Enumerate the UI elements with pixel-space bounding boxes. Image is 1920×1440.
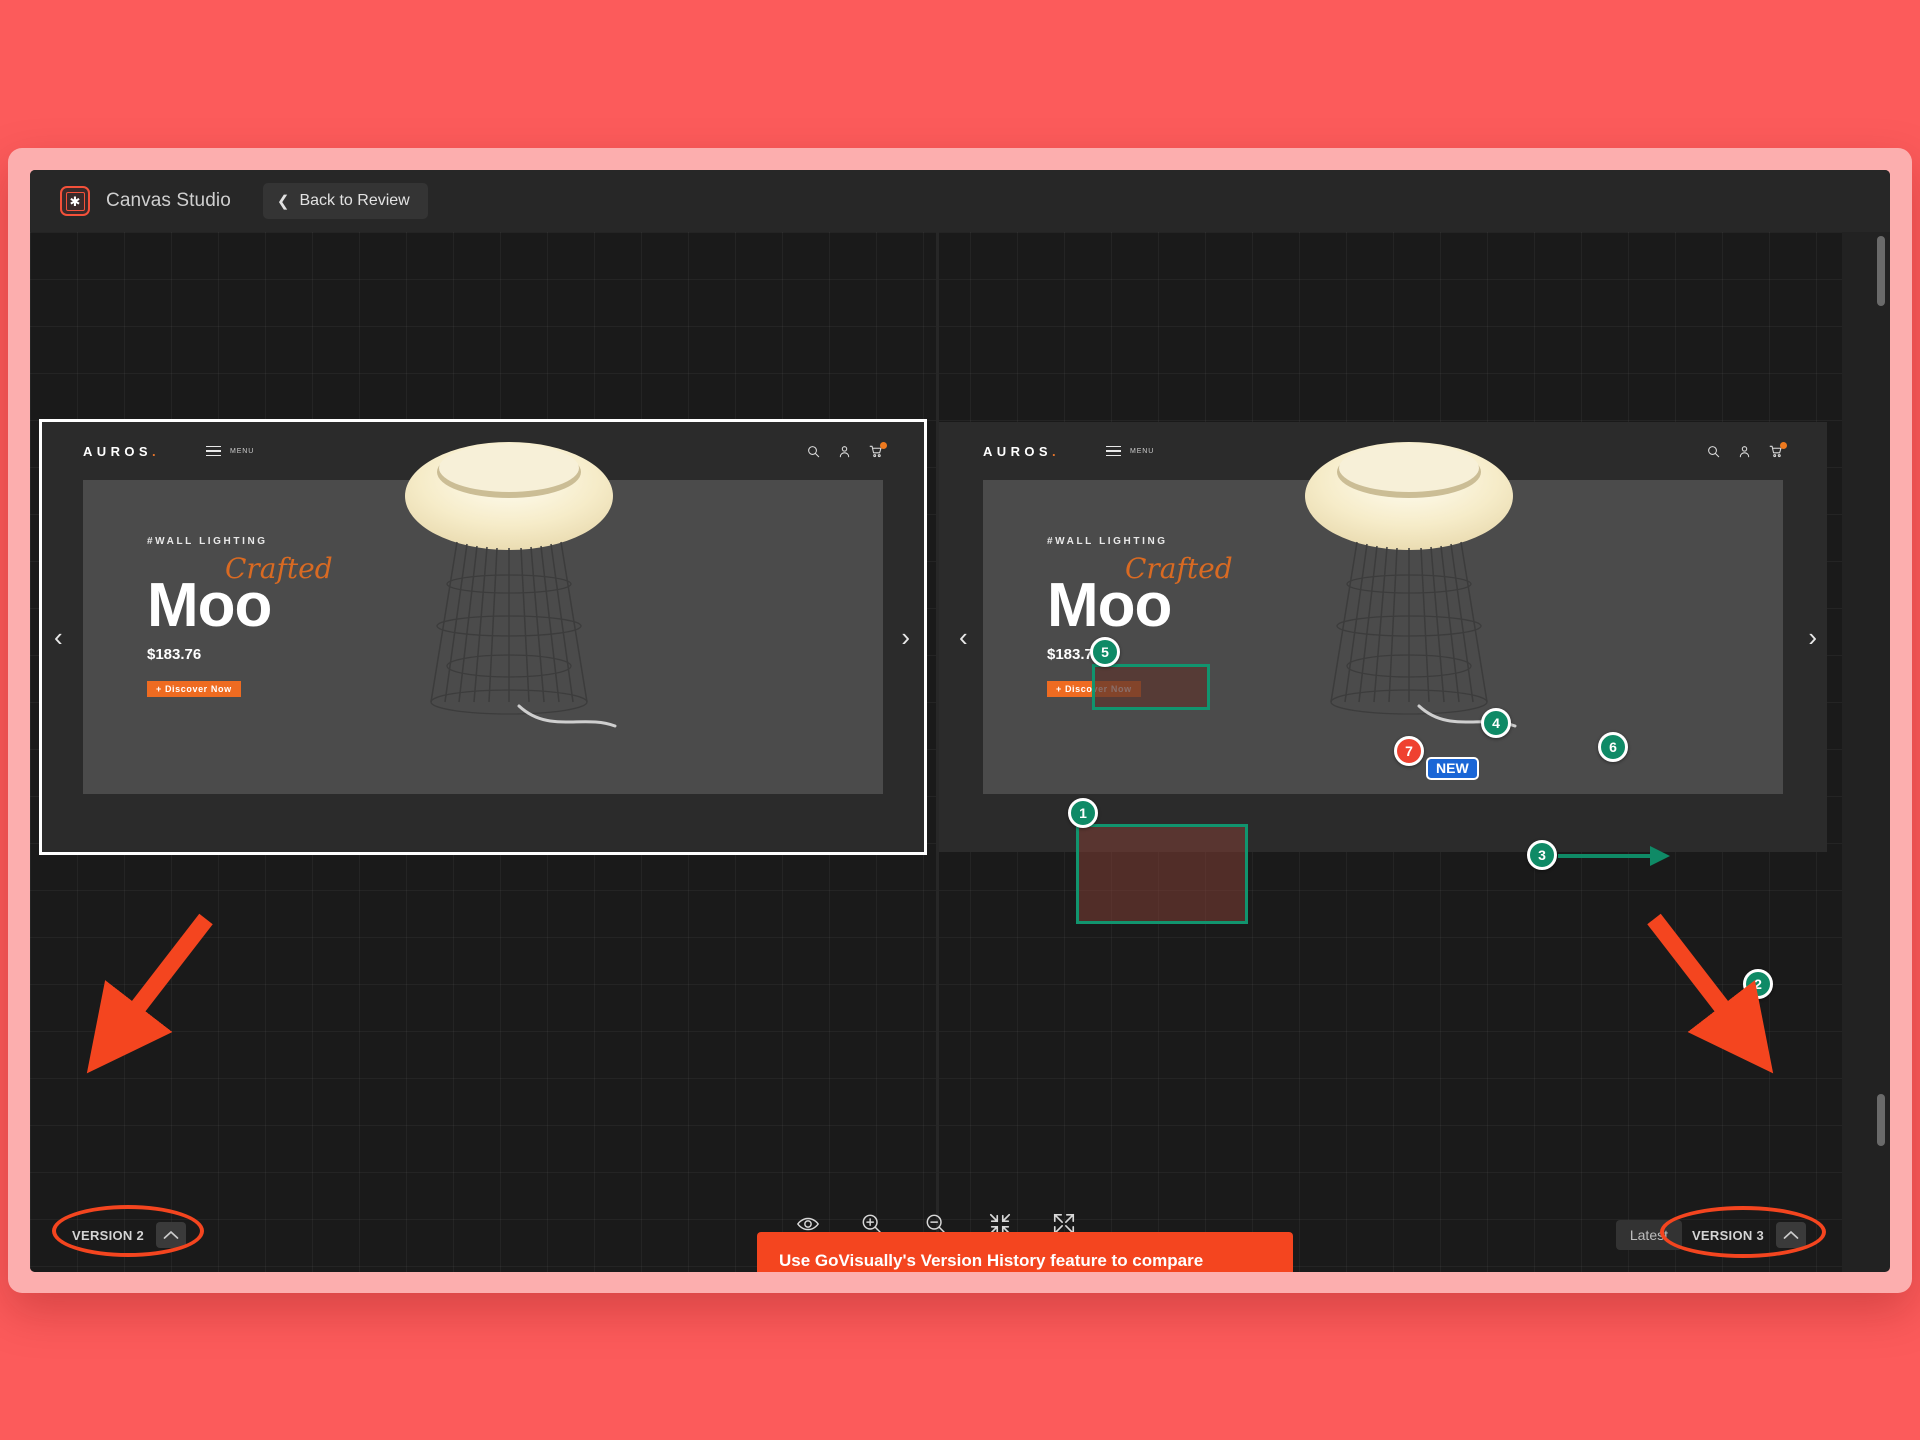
chevron-up-icon-right[interactable]	[1776, 1222, 1806, 1248]
annotation-marker-6[interactable]: 6	[1598, 732, 1628, 762]
scrollbar-thumb-top[interactable]	[1877, 236, 1885, 306]
cart-icon-right[interactable]	[1769, 441, 1787, 458]
mock-site-header: AUROS. menu	[39, 422, 927, 480]
mock-menu-button[interactable]: menu	[205, 445, 255, 457]
hero-price-right: $183.76	[1047, 645, 1102, 663]
back-to-review-label: Back to Review	[299, 192, 410, 209]
brand-dot: .	[151, 443, 160, 459]
scrollbar-thumb-bottom[interactable]	[1877, 1094, 1885, 1146]
cart-icon[interactable]	[869, 441, 887, 458]
annotation-marker-4-label: 4	[1492, 715, 1500, 731]
annotation-marker-5[interactable]: 5	[1090, 637, 1120, 667]
version-pane-left[interactable]: AUROS. menu	[30, 232, 936, 1272]
comparison-canvas: AUROS. menu	[30, 232, 1842, 1272]
hero-kicker-right: #WALL LIGHTING	[1047, 536, 1168, 547]
brand-logo-right: AUROS.	[983, 444, 1060, 459]
asterisk-glyph: ✱	[65, 191, 85, 211]
hamburger-icon	[205, 445, 221, 457]
brand-dot-right: .	[1051, 443, 1060, 459]
app-topbar: ✱ Canvas Studio ❮ Back to Review	[30, 170, 1890, 232]
cart-badge-dot-right	[1780, 441, 1787, 449]
hero-copy: #WALL LIGHTING Crafted Moo $183.76 + Dis…	[147, 536, 333, 697]
menu-label-right: menu	[1129, 447, 1155, 455]
user-icon[interactable]	[838, 445, 851, 458]
mock-site-icons	[807, 441, 887, 458]
prev-artboard-button-left[interactable]: ‹	[54, 624, 63, 650]
user-icon-right[interactable]	[1738, 445, 1751, 458]
version-pane-right[interactable]: AUROS. menu	[939, 232, 1845, 1272]
brand-name: AUROS	[83, 443, 152, 459]
hero-price: $183.76	[147, 645, 202, 663]
version-right-label: VERSION 3	[1691, 1227, 1764, 1243]
annotation-marker-2[interactable]: 2	[1743, 969, 1773, 999]
annotation-marker-1-label: 1	[1079, 805, 1087, 821]
brand-logo: AUROS.	[83, 444, 160, 459]
mock-site-header-right: AUROS. menu	[939, 422, 1827, 480]
annotation-marker-6-label: 6	[1609, 739, 1617, 755]
annotation-marker-5-label: 5	[1101, 644, 1109, 660]
artboard-left[interactable]: AUROS. menu	[39, 422, 927, 852]
version-selector-left[interactable]: VERSION 2	[60, 1218, 192, 1252]
annotation-highlight-menu[interactable]	[1092, 664, 1210, 710]
asterisk-logo-icon: ✱	[60, 186, 90, 216]
hero-headline-right: Moo	[1047, 571, 1172, 640]
annotation-marker-2-label: 2	[1754, 976, 1762, 992]
hero-kicker: #WALL LIGHTING	[147, 536, 268, 547]
hero-headline: Moo	[147, 571, 272, 640]
chevron-up-icon-left[interactable]	[156, 1222, 187, 1248]
vertical-scrollbar[interactable]	[1877, 236, 1885, 1266]
annotation-marker-3[interactable]: 3	[1527, 840, 1557, 870]
mock-site-icons-right	[1707, 441, 1787, 458]
new-badge[interactable]: NEW	[1426, 757, 1479, 780]
annotation-marker-7[interactable]: 7	[1394, 736, 1424, 766]
artboard-right[interactable]: AUROS. menu	[939, 422, 1827, 852]
back-to-review-button[interactable]: ❮ Back to Review	[262, 183, 428, 219]
version-selector-right[interactable]: VERSION 3	[1680, 1218, 1812, 1252]
discover-now-button[interactable]: + Discover Now	[147, 680, 241, 697]
cart-badge-dot	[880, 441, 887, 449]
menu-label: menu	[229, 447, 255, 455]
brand-name-right: AUROS	[983, 443, 1052, 459]
annotation-marker-3-label: 3	[1538, 847, 1546, 863]
page-title: Canvas Studio	[106, 190, 231, 211]
search-icon[interactable]	[807, 445, 820, 458]
annotation-highlight-headline[interactable]	[1076, 824, 1248, 924]
next-artboard-button-left[interactable]: ›	[901, 624, 910, 650]
next-artboard-button-right[interactable]: ›	[1808, 624, 1817, 650]
annotation-marker-1[interactable]: 1	[1068, 798, 1098, 828]
hamburger-icon-right	[1105, 445, 1121, 457]
search-icon-right[interactable]	[1707, 445, 1720, 458]
annotation-marker-4[interactable]: 4	[1481, 708, 1511, 738]
annotation-marker-7-label: 7	[1405, 743, 1413, 759]
app-window: ✱ Canvas Studio ❮ Back to Review AUROS. …	[30, 170, 1890, 1272]
latest-badge[interactable]: Latest	[1615, 1220, 1682, 1250]
mock-menu-button-right[interactable]: menu	[1105, 445, 1155, 457]
chevron-left-icon: ❮	[276, 192, 290, 210]
version-left-label: VERSION 2	[72, 1227, 145, 1243]
prev-artboard-button-right[interactable]: ‹	[959, 624, 968, 650]
feature-callout-text: Use GoVisually's Version History feature…	[779, 1251, 1204, 1270]
hero-banner-left: #WALL LIGHTING Crafted Moo $183.76 + Dis…	[83, 480, 883, 794]
feature-callout: Use GoVisually's Version History feature…	[757, 1232, 1293, 1272]
